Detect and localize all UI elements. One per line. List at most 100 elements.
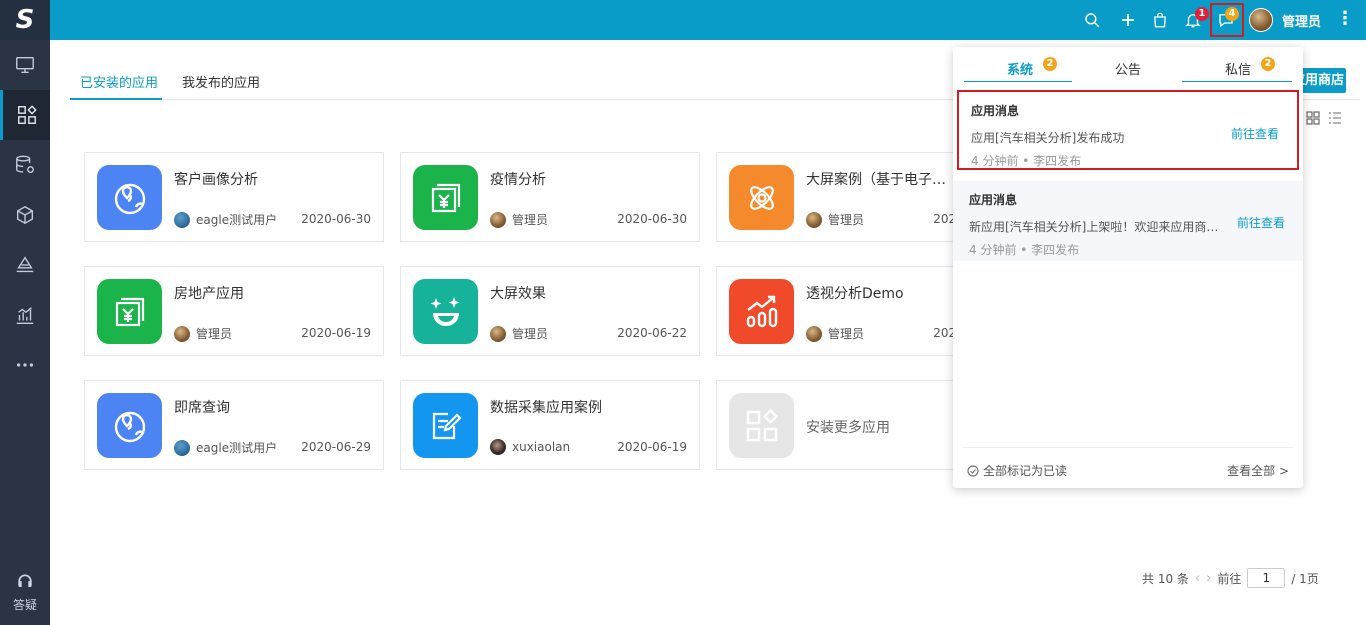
smile-sparkle-icon [430, 296, 459, 326]
sidebar-item-apps[interactable] [0, 90, 50, 140]
search-icon [1085, 13, 1100, 28]
owner-name: 管理员 [196, 327, 233, 341]
tab-underline [70, 98, 162, 100]
app-card[interactable]: 房地产应用 管理员 2020-06-19 [84, 266, 384, 356]
headset-icon [18, 574, 32, 587]
more-menu-button[interactable]: ⋮ [1336, 8, 1354, 30]
help-button[interactable]: 答疑 [0, 572, 50, 613]
app-name: 即席查询 [174, 400, 230, 416]
yuan-doc-icon [115, 297, 144, 326]
message-item[interactable]: 应用消息 应用[汽车相关分析]发布成功 4 分钟前 • 李四发布 前往查看 [957, 90, 1299, 170]
goto-label: 前往 [1217, 571, 1242, 586]
sidebar-item-layers[interactable] [0, 240, 50, 290]
owner-name: eagle测试用户 [196, 213, 278, 227]
help-label: 答疑 [12, 598, 37, 612]
growth-chart-icon [746, 295, 777, 327]
view-message-link[interactable]: 前往查看 [1237, 214, 1285, 231]
sidebar-item-more[interactable] [0, 340, 50, 390]
app-icon [97, 165, 162, 230]
app-icon [97, 279, 162, 344]
private-badge: 2 [1261, 57, 1275, 71]
app-icon [413, 165, 478, 230]
mark-all-label: 全部标记为已读 [983, 464, 1068, 478]
sidebar-item-monitor[interactable] [0, 40, 50, 90]
message-body: 应用[汽车相关分析]发布成功 [971, 131, 1125, 145]
owner-name: 管理员 [828, 327, 865, 341]
app-date: 2020-06-22 [617, 326, 687, 340]
map-pin-globe-icon [114, 183, 145, 214]
view-all-link[interactable]: 查看全部 > [1227, 462, 1289, 479]
tab-installed[interactable]: 已安装的应用 [80, 72, 158, 91]
check-circle-icon [967, 464, 979, 477]
monitor-icon [16, 56, 34, 74]
search-button[interactable] [1081, 9, 1103, 31]
store-bag-button[interactable] [1149, 9, 1171, 31]
grid-view-icon[interactable] [1306, 111, 1320, 125]
app-icon [729, 279, 794, 344]
message-meta: 4 分钟前 • 李四发布 [969, 243, 1080, 257]
user-name[interactable]: 管理员 [1282, 11, 1321, 30]
topbar: 1 4 管理员 ⋮ [50, 0, 1366, 40]
next-page-icon[interactable]: › [1206, 571, 1211, 586]
message-dropdown: 系统 2 公告 私信 2 应用消息 应用[汽车相关分析]发布成功 4 分钟前 •… [953, 47, 1303, 488]
page-input[interactable]: 1 [1247, 568, 1286, 588]
app-icon [413, 393, 478, 458]
app-name: 大屏效果 [490, 286, 546, 302]
tab-underline-system [964, 81, 1072, 82]
more-icon [16, 363, 34, 367]
sidebar-item-database[interactable] [0, 140, 50, 190]
message-item[interactable]: 应用消息 新应用[汽车相关分析]上架啦！欢迎来应用商店… 4 分钟前 • 李四发… [953, 181, 1303, 261]
notification-badge: 1 [1195, 7, 1209, 21]
bar-chart-icon [16, 307, 34, 324]
owner-name: 管理员 [828, 213, 865, 227]
sidebar-item-chart[interactable] [0, 290, 50, 340]
add-button[interactable] [1117, 9, 1139, 31]
app-card[interactable]: 大屏效果 管理员 2020-06-22 [400, 266, 700, 356]
app-date: 2020-06-30 [617, 212, 687, 226]
app-card[interactable]: 疫情分析 管理员 2020-06-30 [400, 152, 700, 242]
app-card[interactable]: 即席查询 eagle测试用户 2020-06-29 [84, 380, 384, 470]
sidebar: S 答疑 [0, 0, 50, 625]
owner-avatar [490, 211, 506, 228]
shopping-bag-icon [1154, 12, 1166, 28]
message-badge: 4 [1225, 7, 1239, 21]
app-owner: 管理员 [806, 211, 864, 228]
mark-all-read-button[interactable]: 全部标记为已读 [967, 462, 1067, 479]
plus-icon [1122, 14, 1134, 26]
sidebar-item-cube[interactable] [0, 190, 50, 240]
atom-icon [749, 185, 774, 210]
avatar[interactable] [1249, 8, 1273, 32]
tab-system[interactable]: 系统 [1007, 59, 1033, 78]
app-card[interactable]: 客户画像分析 eagle测试用户 2020-06-30 [84, 152, 384, 242]
app-owner: 管理员 [490, 211, 548, 228]
app-owner: eagle测试用户 [174, 439, 277, 456]
prev-page-icon[interactable]: ‹ [1195, 571, 1200, 586]
app-owner: 管理员 [174, 325, 232, 342]
dropdown-footer: 全部标记为已读 查看全部 > [963, 447, 1293, 488]
app-name: 数据采集应用案例 [490, 400, 602, 416]
app-name: 疫情分析 [490, 172, 546, 188]
map-pin-globe-icon [114, 411, 145, 442]
total-count: 共 10 条 [1142, 571, 1189, 586]
view-message-link[interactable]: 前往查看 [1231, 125, 1279, 142]
tab-private[interactable]: 私信 [1225, 59, 1251, 78]
list-view-icon[interactable] [1328, 111, 1342, 125]
message-title: 应用消息 [971, 104, 1020, 118]
database-gear-icon [16, 155, 34, 174]
logo[interactable]: S [0, 0, 50, 40]
owner-avatar [490, 325, 506, 342]
tab-announcement[interactable]: 公告 [1115, 59, 1141, 78]
tab-published[interactable]: 我发布的应用 [182, 72, 260, 91]
app-date: 2020-06-19 [617, 440, 687, 454]
owner-avatar [174, 439, 190, 456]
message-meta: 4 分钟前 • 李四发布 [971, 154, 1082, 168]
app-owner: eagle测试用户 [174, 211, 277, 228]
owner-avatar [806, 211, 822, 228]
yuan-doc-icon [431, 183, 460, 212]
app-name: 房地产应用 [174, 286, 244, 302]
app-card[interactable]: 数据采集应用案例 xuxiaolan 2020-06-19 [400, 380, 700, 470]
system-badge: 2 [1043, 57, 1057, 71]
app-name: 大屏案例（基于电子… [806, 172, 946, 188]
app-name: 客户画像分析 [174, 172, 258, 188]
owner-name: 管理员 [512, 213, 549, 227]
